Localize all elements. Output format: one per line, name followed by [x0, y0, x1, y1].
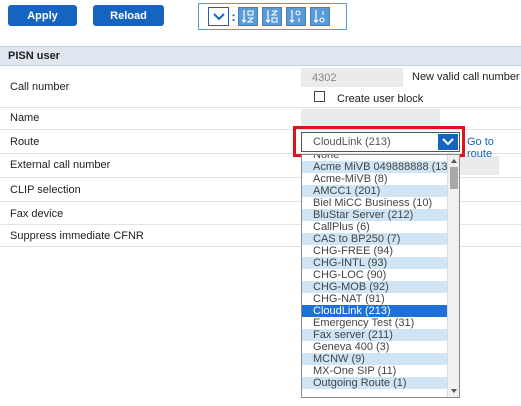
dropdown-option[interactable]: Outgoing Route (1): [302, 377, 448, 389]
name-label: Name: [10, 112, 40, 124]
external-call-number-label: External call number: [10, 159, 111, 171]
chevron-down-icon[interactable]: [208, 7, 229, 26]
dropdown-option[interactable]: None: [302, 155, 448, 161]
dropdown-option[interactable]: Acme MiVB 049888888 (13): [302, 161, 448, 173]
dropdown-option[interactable]: CHG-INTL (93): [302, 257, 448, 269]
section-header: PISN user: [0, 46, 521, 66]
sort-az-icon[interactable]: [238, 7, 258, 26]
dropdown-option[interactable]: MCNW (9): [302, 353, 448, 365]
create-user-block-checkbox[interactable]: [314, 91, 325, 102]
route-select[interactable]: CloudLink (213): [301, 132, 460, 152]
row-call-number: Call number 4302 New valid call number C…: [0, 66, 521, 108]
scrollbar-thumb[interactable]: [450, 167, 458, 189]
dropdown-option[interactable]: Fax server (211): [302, 329, 448, 341]
dropdown-option[interactable]: CloudLink (213): [302, 305, 448, 317]
sort-toolbar: :: [198, 3, 347, 30]
dropdown-option[interactable]: CAS to BP250 (7): [302, 233, 448, 245]
dropdown-option[interactable]: Biel MiCC Business (10): [302, 197, 448, 209]
dropdown-option[interactable]: BluStar Server (212): [302, 209, 448, 221]
reload-button[interactable]: Reload: [93, 5, 164, 26]
fax-device-label: Fax device: [10, 208, 64, 220]
toolbar: Apply Reload :: [0, 0, 521, 34]
dropdown-option[interactable]: CHG-FREE (94): [302, 245, 448, 257]
apply-button[interactable]: Apply: [8, 5, 77, 26]
route-label: Route: [10, 136, 40, 148]
dropdown-option[interactable]: Acme-MiVB (8): [302, 173, 448, 185]
go-to-route-link[interactable]: Go to route: [467, 136, 521, 160]
sort-90-icon[interactable]: [310, 7, 330, 26]
dropdown-option[interactable]: CHG-NAT (91): [302, 293, 448, 305]
dropdown-option[interactable]: Emergency Test (31): [302, 317, 448, 329]
dropdown-option[interactable]: AMCC1 (201): [302, 185, 448, 197]
dropdown-option[interactable]: MX-One SIP (11): [302, 365, 448, 377]
route-select-value: CloudLink (213): [313, 136, 391, 148]
dropdown-option[interactable]: CHG-MOB (92): [302, 281, 448, 293]
dropdown-option[interactable]: CHG-LOC (90): [302, 269, 448, 281]
dropdown-option[interactable]: Geneva 400 (3): [302, 341, 448, 353]
scroll-down-icon[interactable]: [451, 389, 457, 393]
clip-selection-label: CLIP selection: [10, 184, 81, 196]
call-number-label: Call number: [10, 81, 70, 93]
scroll-up-icon[interactable]: [451, 159, 457, 163]
dropdown-scrollbar[interactable]: [447, 155, 459, 397]
pisn-user-page: Apply Reload : PISN user Call number 430: [0, 0, 521, 406]
call-number-hint: New valid call number: [412, 71, 520, 83]
sort-za-icon[interactable]: [262, 7, 282, 26]
sort-separator: :: [231, 9, 236, 24]
sort-09-icon[interactable]: [286, 7, 306, 26]
suppress-cfnr-label: Suppress immediate CFNR: [10, 230, 144, 242]
route-dropdown-list[interactable]: Outgoing Route (1) MX-One SIP (11) MCNW (9…: [301, 154, 460, 398]
chevron-down-icon[interactable]: [438, 134, 458, 150]
call-number-field[interactable]: 4302: [301, 68, 403, 87]
create-user-block-label: Create user block: [337, 93, 424, 105]
dropdown-option[interactable]: CallPlus (6): [302, 221, 448, 233]
